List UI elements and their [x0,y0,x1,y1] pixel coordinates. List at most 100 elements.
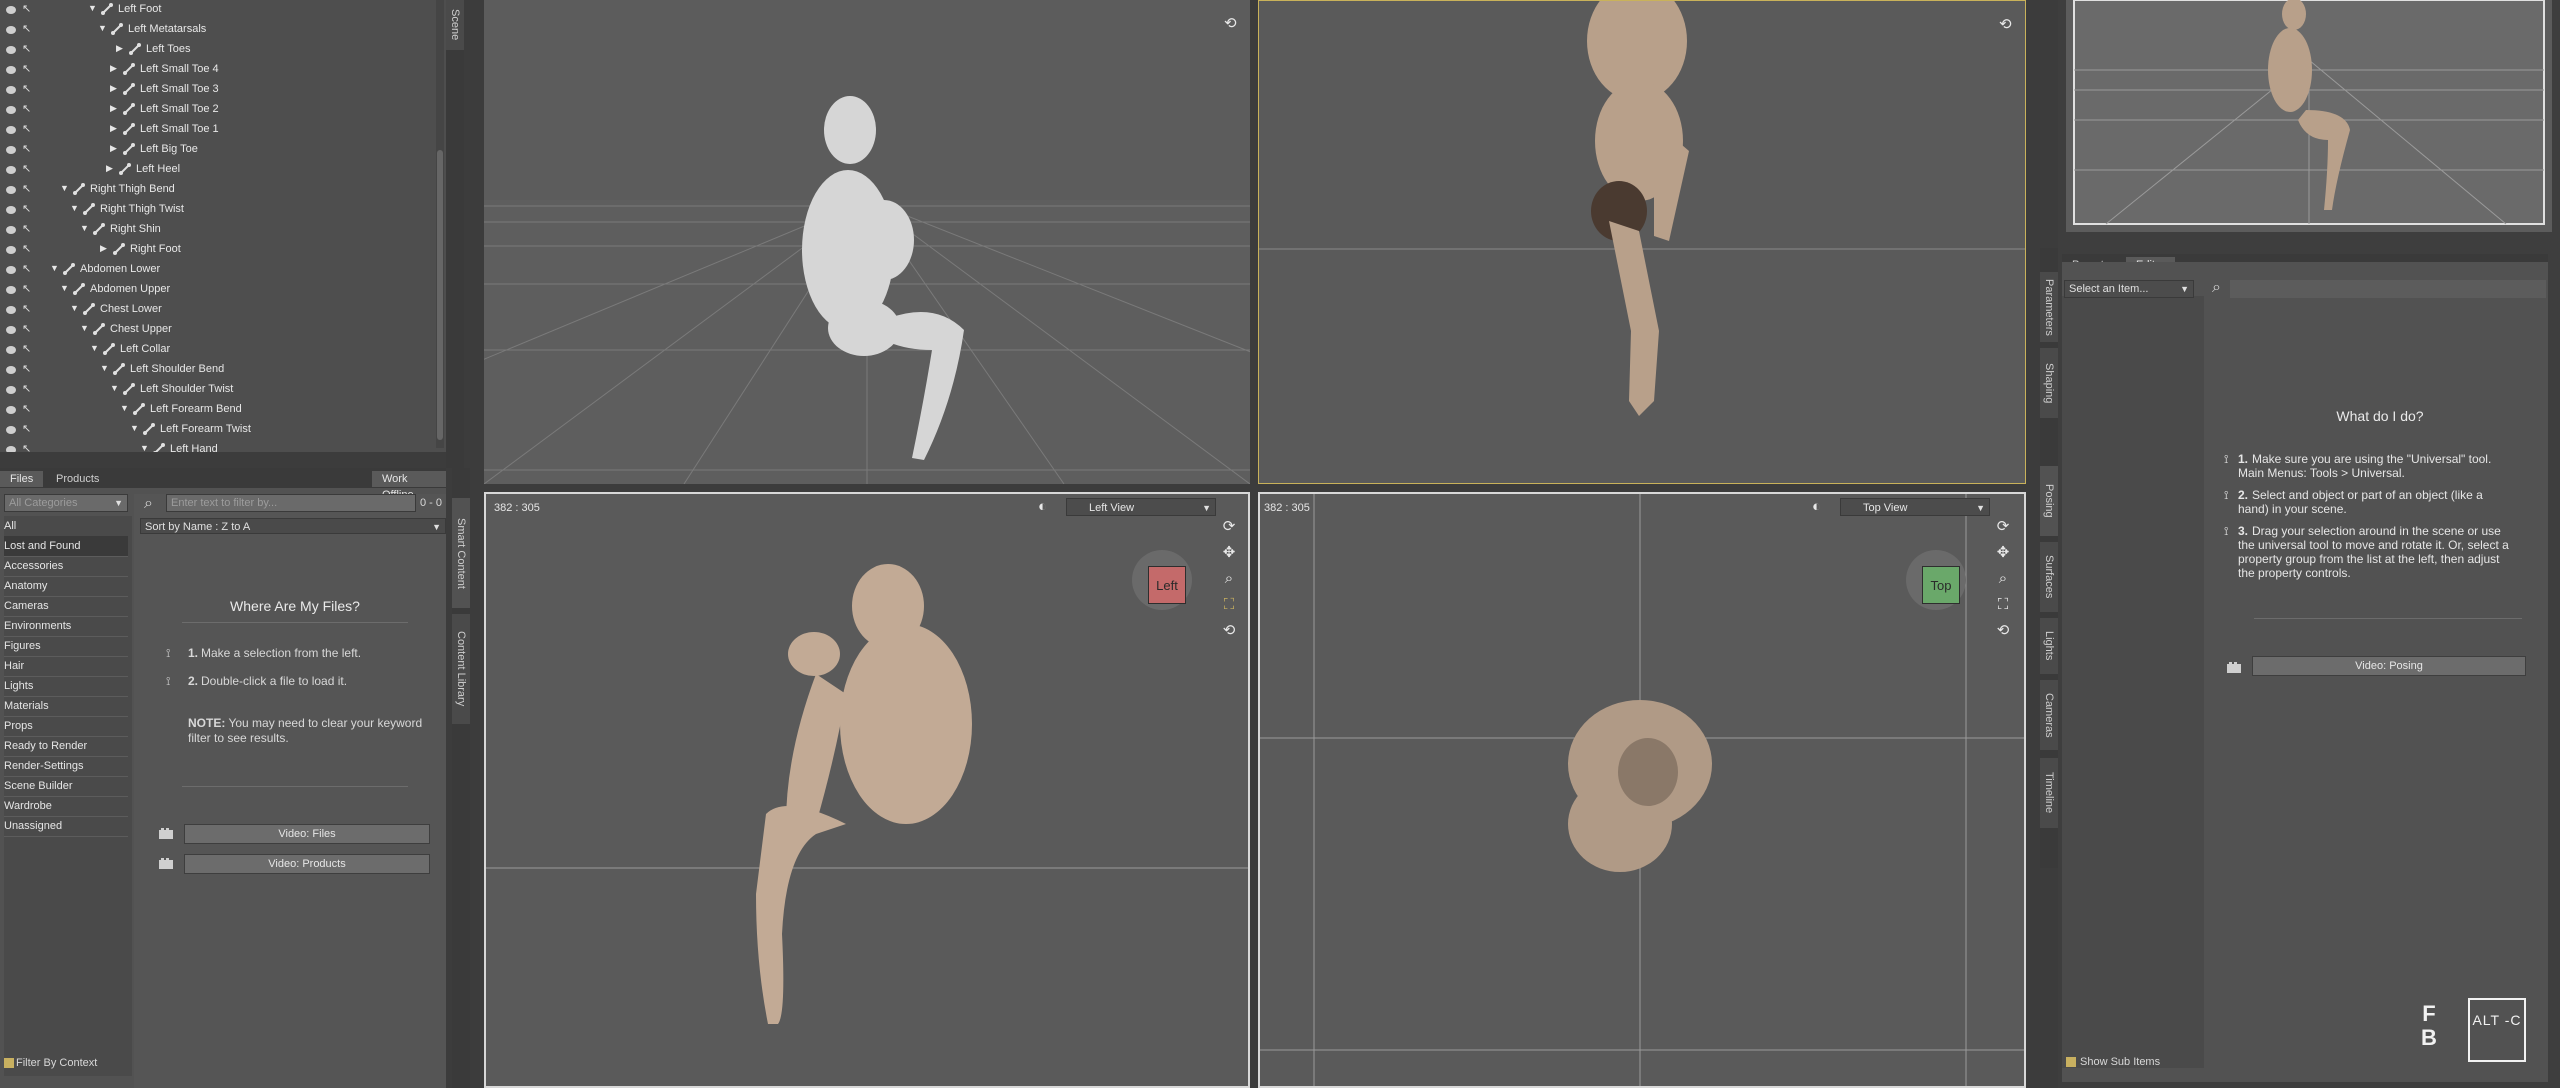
selectable-arrow-icon[interactable]: ↖ [22,282,31,295]
tab-scene[interactable]: Scene [446,0,464,50]
selectable-arrow-icon[interactable]: ↖ [22,42,31,55]
visibility-eye-icon[interactable] [6,66,16,74]
scene-tree-row[interactable]: ↖ ▶ Left Small Toe 2 [0,100,440,120]
selectable-arrow-icon[interactable]: ↖ [22,122,31,135]
selectable-arrow-icon[interactable]: ↖ [22,162,31,175]
expand-down-icon[interactable]: ▼ [60,183,69,193]
visibility-eye-icon[interactable] [6,266,16,274]
visibility-eye-icon[interactable] [6,86,16,94]
expand-down-icon[interactable]: ▼ [88,3,97,13]
visibility-eye-icon[interactable] [6,226,16,234]
category-item[interactable]: Ready to Render [4,736,128,757]
sort-select[interactable]: Sort by Name : Z to A ▼ [140,518,446,534]
visibility-eye-icon[interactable] [6,286,16,294]
scene-tree-row[interactable]: ↖ ▼ Left Shoulder Twist [0,380,440,400]
expand-down-icon[interactable]: ▼ [60,283,69,293]
scene-tree-row[interactable]: ↖ ▶ Left Small Toe 4 [0,60,440,80]
selectable-arrow-icon[interactable]: ↖ [22,342,31,355]
tab-lights[interactable]: Lights [2040,618,2058,674]
selectable-arrow-icon[interactable]: ↖ [22,402,31,415]
selectable-arrow-icon[interactable]: ↖ [22,362,31,375]
tab-content-library[interactable]: Content Library [452,614,470,724]
scene-tree-row[interactable]: ↖ ▼ Chest Lower [0,300,440,320]
tab-smart-content[interactable]: Smart Content [452,498,470,608]
video-files-button[interactable]: Video: Files [184,824,430,844]
scene-tree-row[interactable]: ↖ ▼ Left Collar [0,340,440,360]
visibility-eye-icon[interactable] [6,406,16,414]
filter-by-context-checkbox[interactable] [4,1058,14,1068]
view-cube-face[interactable]: Left [1148,566,1186,604]
category-item[interactable]: Hair [4,656,128,677]
orbit-icon[interactable]: ⟳ [1218,514,1240,540]
expand-down-icon[interactable]: ▼ [80,223,89,233]
selectable-arrow-icon[interactable]: ↖ [22,22,31,35]
visibility-eye-icon[interactable] [6,146,16,154]
expand-down-icon[interactable]: ▼ [98,23,107,33]
scene-tree-row[interactable]: ↖ ▼ Right Shin [0,220,440,240]
scene-tree-row[interactable]: ↖ ▼ Left Metatarsals [0,20,440,40]
visibility-eye-icon[interactable] [6,326,16,334]
scene-tree-row[interactable]: ↖ ▶ Left Heel [0,160,440,180]
selectable-arrow-icon[interactable]: ↖ [22,302,31,315]
expand-right-icon[interactable]: ▶ [100,243,107,254]
category-item[interactable]: Lights [4,676,128,697]
select-item-dropdown[interactable]: Select an Item... ▼ [2064,280,2194,298]
left-viewport[interactable]: 382 : 305 ◐ Left View ▼ Left ⟳ ✥ ⌕ ⛶ ⟲ [484,492,1250,1088]
visibility-eye-icon[interactable] [6,446,16,452]
expand-down-icon[interactable]: ▼ [120,403,129,413]
video-products-button[interactable]: Video: Products [184,854,430,874]
category-item[interactable]: Cameras [4,596,128,617]
scene-tree-row[interactable]: ↖ ▼ Abdomen Upper [0,280,440,300]
tab-shaping[interactable]: Shaping [2040,348,2058,418]
expand-down-icon[interactable]: ▼ [90,343,99,353]
property-filter-input[interactable] [2230,280,2546,298]
tab-products[interactable]: Products [46,471,109,487]
scene-tree-row[interactable]: ↖ ▶ Left Small Toe 1 [0,120,440,140]
view-cube[interactable]: Top [1906,550,1966,610]
pan-icon[interactable]: ✥ [1992,540,2014,566]
expand-right-icon[interactable]: ▶ [110,83,117,94]
scene-tree-row[interactable]: ↖ ▼ Left Forearm Twist [0,420,440,440]
expand-right-icon[interactable]: ▶ [110,123,117,134]
selectable-arrow-icon[interactable]: ↖ [22,242,31,255]
reset-icon[interactable]: ⟲ [1224,14,1237,32]
reset-icon[interactable]: ⟲ [1992,618,2014,644]
visibility-eye-icon[interactable] [6,246,16,254]
category-item[interactable]: Materials [4,696,128,717]
visibility-eye-icon[interactable] [6,346,16,354]
expand-down-icon[interactable]: ▼ [70,303,79,313]
category-item[interactable]: Lost and Found [4,536,128,557]
tab-posing[interactable]: Posing [2040,466,2058,536]
show-sub-items-checkbox[interactable] [2066,1057,2076,1067]
viewport-render-icon[interactable]: ◐ [1038,498,1047,515]
visibility-eye-icon[interactable] [6,126,16,134]
aux-viewport[interactable] [2066,0,2552,232]
tab-timeline[interactable]: Timeline [2040,758,2058,828]
selectable-arrow-icon[interactable]: ↖ [22,262,31,275]
scene-tree-row[interactable]: ↖ ▼ Chest Upper [0,320,440,340]
selectable-arrow-icon[interactable]: ↖ [22,62,31,75]
category-item[interactable]: Render-Settings [4,756,128,777]
search-icon[interactable]: ⌕ [2212,279,2221,297]
selectable-arrow-icon[interactable]: ↖ [22,382,31,395]
selectable-arrow-icon[interactable]: ↖ [22,102,31,115]
category-item[interactable]: Unassigned [4,816,128,837]
visibility-eye-icon[interactable] [6,366,16,374]
scene-tree-row[interactable]: ↖ ▶ Right Foot [0,240,440,260]
front-viewport[interactable]: ⟲ [1258,0,2026,484]
frame-icon[interactable]: ⛶ [1992,592,2014,618]
category-item[interactable]: Scene Builder [4,776,128,797]
expand-right-icon[interactable]: ▶ [116,43,123,54]
viewport-render-icon[interactable]: ◐ [1812,498,1821,515]
selectable-arrow-icon[interactable]: ↖ [22,222,31,235]
view-select[interactable]: Top View ▼ [1840,498,1990,516]
category-item[interactable]: Anatomy [4,576,128,597]
selectable-arrow-icon[interactable]: ↖ [22,202,31,215]
selectable-arrow-icon[interactable]: ↖ [22,82,31,95]
scene-tree-row[interactable]: ↖ ▼ Right Thigh Bend [0,180,440,200]
top-viewport[interactable]: 382 : 305 ◐ Top View ▼ Top ⟳ ✥ ⌕ ⛶ ⟲ [1258,492,2026,1088]
view-cube[interactable]: Left [1132,550,1192,610]
visibility-eye-icon[interactable] [6,46,16,54]
view-select[interactable]: Left View ▼ [1066,498,1216,516]
category-item[interactable]: Accessories [4,556,128,577]
